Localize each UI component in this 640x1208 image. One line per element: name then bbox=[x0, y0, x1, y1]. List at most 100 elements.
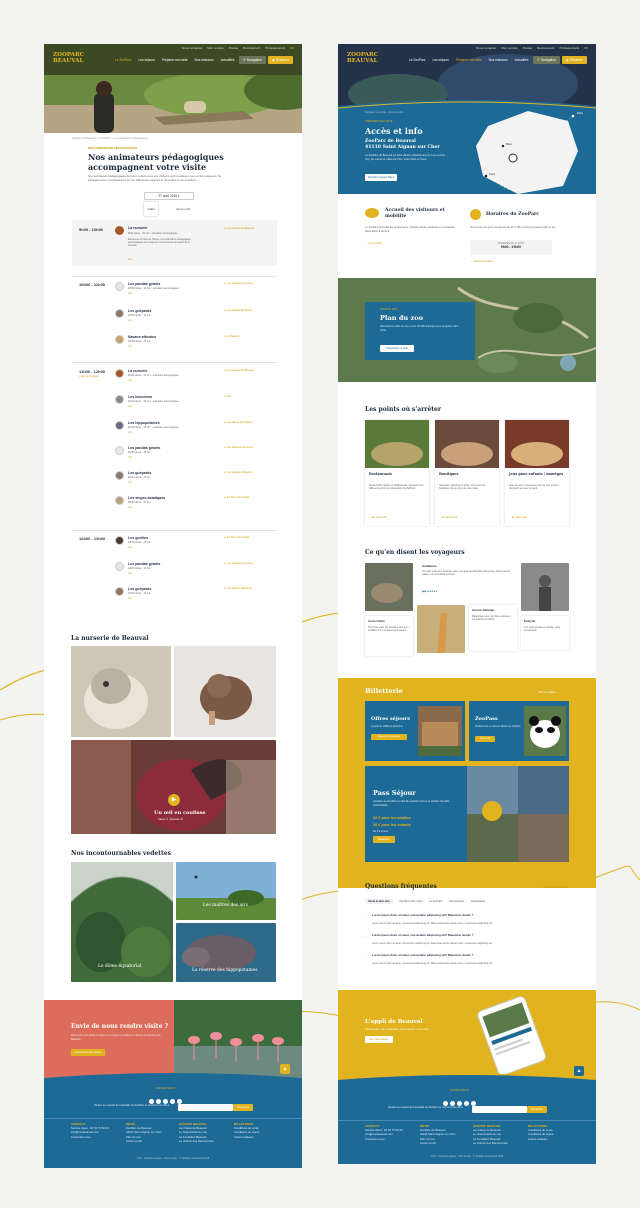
event-name[interactable]: Les pandas géants bbox=[128, 446, 160, 450]
footer-link[interactable]: Cartes cadeaux bbox=[528, 1137, 548, 1141]
toggle-matin[interactable]: matin bbox=[144, 202, 158, 216]
nursery-photo-chick[interactable] bbox=[174, 646, 276, 737]
play-icon[interactable]: ▶ bbox=[168, 794, 180, 806]
event-name[interactable]: Les guépards bbox=[128, 309, 151, 313]
event-link[interactable]: Lire bbox=[128, 572, 132, 575]
event-link[interactable]: Lire bbox=[128, 546, 132, 549]
plan-download-button[interactable]: Télécharger le plan bbox=[380, 345, 414, 352]
event-link[interactable]: Lire bbox=[128, 456, 132, 459]
point-link[interactable]: → En savoir plus bbox=[509, 516, 527, 519]
scroll-top-icon[interactable]: ▲ bbox=[574, 1066, 584, 1076]
event-name[interactable]: Les singes asiatiques bbox=[128, 496, 165, 500]
util-link[interactable]: Recrutement bbox=[243, 46, 260, 50]
event-link[interactable]: Lire bbox=[128, 258, 132, 261]
util-link[interactable]: Professionnels bbox=[265, 46, 285, 50]
nav-item[interactable]: Préparer ma visite bbox=[162, 58, 188, 62]
event-location[interactable]: ◎ Les hauteurs de Chine bbox=[224, 282, 253, 285]
nursery-photo-owlet[interactable] bbox=[71, 646, 171, 737]
event-link[interactable]: Lire bbox=[128, 481, 132, 484]
newsletter-subscribe-button[interactable]: S'inscrire bbox=[527, 1106, 547, 1113]
util-link[interactable]: Presse bbox=[229, 46, 238, 50]
event-link[interactable]: Lire bbox=[128, 431, 132, 434]
legal-link[interactable]: Plan du site bbox=[164, 1157, 177, 1160]
event-link[interactable]: Lire bbox=[128, 292, 132, 295]
newsletter-input[interactable] bbox=[472, 1106, 527, 1113]
pass-button[interactable]: Réserver bbox=[373, 836, 395, 843]
nav-item[interactable]: Le ZooParc bbox=[115, 58, 131, 62]
nav-item[interactable]: Nos missions bbox=[195, 58, 214, 62]
app-button[interactable]: Voir l'application bbox=[365, 1036, 393, 1043]
newsletter-subscribe-button[interactable]: S'inscrire bbox=[233, 1104, 253, 1111]
event-name[interactable]: Les pandas géants bbox=[128, 282, 160, 286]
date-picker[interactable]: 27 août 2018 ▾ bbox=[144, 192, 194, 200]
event-location[interactable]: ◎ Les plaines africaines bbox=[224, 471, 252, 474]
event-location[interactable]: ◎ Les hauteurs de Chine bbox=[224, 446, 253, 449]
zooparc-logo[interactable]: ZOOPARC BEAUVAL bbox=[347, 52, 378, 64]
nav-item[interactable]: Les séjours bbox=[432, 58, 448, 62]
util-link[interactable]: Mon compte bbox=[501, 46, 518, 50]
nav-item[interactable]: Nos missions bbox=[489, 58, 508, 62]
footer-link[interactable]: Accès et info bbox=[126, 1139, 142, 1143]
event-name[interactable]: La nurserie bbox=[128, 226, 147, 230]
event-location[interactable]: ◎ Lac bbox=[224, 395, 231, 398]
event-link[interactable]: Lire bbox=[128, 345, 132, 348]
cta-button[interactable]: Découvrir les offres bbox=[71, 1049, 105, 1056]
highlight-sky-photo[interactable] bbox=[176, 862, 276, 920]
event-location[interactable]: ◎ Les hauteurs de Chine bbox=[224, 562, 253, 565]
event-location[interactable]: ◎ La réserve des hippos bbox=[224, 421, 253, 424]
nav-item[interactable]: Préparer ma visite bbox=[456, 58, 482, 62]
footer-link[interactable]: Cartes cadeaux bbox=[234, 1135, 254, 1139]
event-location[interactable]: ◎ La Terre des singes bbox=[224, 536, 250, 539]
legal-link[interactable]: Mentions légales bbox=[144, 1157, 162, 1160]
event-name[interactable]: Les guépards bbox=[128, 587, 151, 591]
footer-link[interactable]: Le chemin des Découvertes bbox=[179, 1139, 214, 1143]
event-name[interactable]: Les lémuriens bbox=[128, 395, 152, 399]
nav-item[interactable]: Actualités bbox=[221, 58, 235, 62]
point-link[interactable]: → En savoir plus bbox=[369, 516, 387, 519]
event-link[interactable]: Lire bbox=[128, 379, 132, 382]
zooparc-logo[interactable]: ZOOPARC BEAUVAL bbox=[53, 52, 84, 64]
legal-link[interactable]: CGU bbox=[431, 1155, 436, 1158]
faq-tab[interactable]: Restaurants bbox=[471, 900, 485, 903]
faq-question[interactable]: Lorem ipsum dolor sit amet, consectetur … bbox=[372, 953, 557, 958]
event-name[interactable]: La nurserie bbox=[128, 369, 147, 373]
billetterie-link[interactable]: Tous nos billets → bbox=[538, 691, 559, 694]
ticket-offres-button[interactable]: Réserver votre séjour bbox=[371, 734, 407, 740]
legal-link[interactable]: CGU bbox=[137, 1157, 142, 1160]
event-location[interactable]: ◎ Les plaines africaines bbox=[224, 309, 252, 312]
newsletter-input[interactable] bbox=[178, 1104, 233, 1111]
util-link[interactable]: Presse bbox=[523, 46, 532, 50]
chevron-down-icon[interactable]: › bbox=[365, 914, 369, 919]
footer-link[interactable]: Accès et info bbox=[420, 1141, 436, 1145]
event-location[interactable]: ◎ La Savane bbox=[224, 335, 239, 338]
faq-tab[interactable]: Le ZooParc bbox=[429, 900, 442, 903]
chevron-down-icon[interactable]: › bbox=[365, 934, 369, 939]
reserver-button[interactable]: ▣ Réserver bbox=[268, 56, 293, 64]
faq-question[interactable]: Lorem ipsum dolor sit amet, consectetur … bbox=[372, 913, 557, 918]
itinerary-button[interactable]: Itinéraire Google Maps bbox=[365, 174, 397, 181]
event-link[interactable]: Lire bbox=[128, 405, 132, 408]
event-name[interactable]: Savane africaine bbox=[128, 335, 156, 339]
footer-link[interactable]: Contactez-nous bbox=[71, 1135, 91, 1139]
horaires-link[interactable]: → Tous les horaires bbox=[470, 260, 493, 263]
event-link[interactable]: Lire bbox=[128, 319, 132, 322]
footer-link[interactable]: Le chemin des Découvertes bbox=[473, 1141, 508, 1145]
event-location[interactable]: ◎ La nurserie de Beauval bbox=[224, 369, 254, 372]
util-link[interactable]: Nous contacter bbox=[476, 46, 496, 50]
reserver-button[interactable]: ▣ Réserver bbox=[562, 56, 587, 64]
nav-item[interactable]: Les séjours bbox=[138, 58, 154, 62]
faq-tab[interactable]: Pendant votre visite bbox=[400, 900, 423, 903]
event-name[interactable]: Les hippopotames bbox=[128, 421, 160, 425]
toggle-apres-midi[interactable]: après-midi bbox=[176, 202, 190, 216]
util-link[interactable]: Professionnels bbox=[559, 46, 579, 50]
util-link[interactable]: Nous contacter bbox=[182, 46, 202, 50]
highlight-hippo-photo[interactable] bbox=[176, 923, 276, 982]
scroll-top-icon[interactable]: ▲ bbox=[280, 1064, 290, 1074]
ticket-zoopass-button[interactable]: Découvrir bbox=[475, 736, 495, 742]
nav-item[interactable]: Le ZooParc bbox=[409, 58, 425, 62]
region-map[interactable] bbox=[468, 106, 588, 198]
event-location[interactable]: ◎ Les plaines africaines bbox=[224, 587, 252, 590]
legal-link[interactable]: Mentions légales bbox=[438, 1155, 456, 1158]
faq-tab[interactable]: Nos animaux bbox=[449, 900, 464, 903]
navigation-button[interactable]: ☰ Navigation bbox=[533, 56, 560, 64]
